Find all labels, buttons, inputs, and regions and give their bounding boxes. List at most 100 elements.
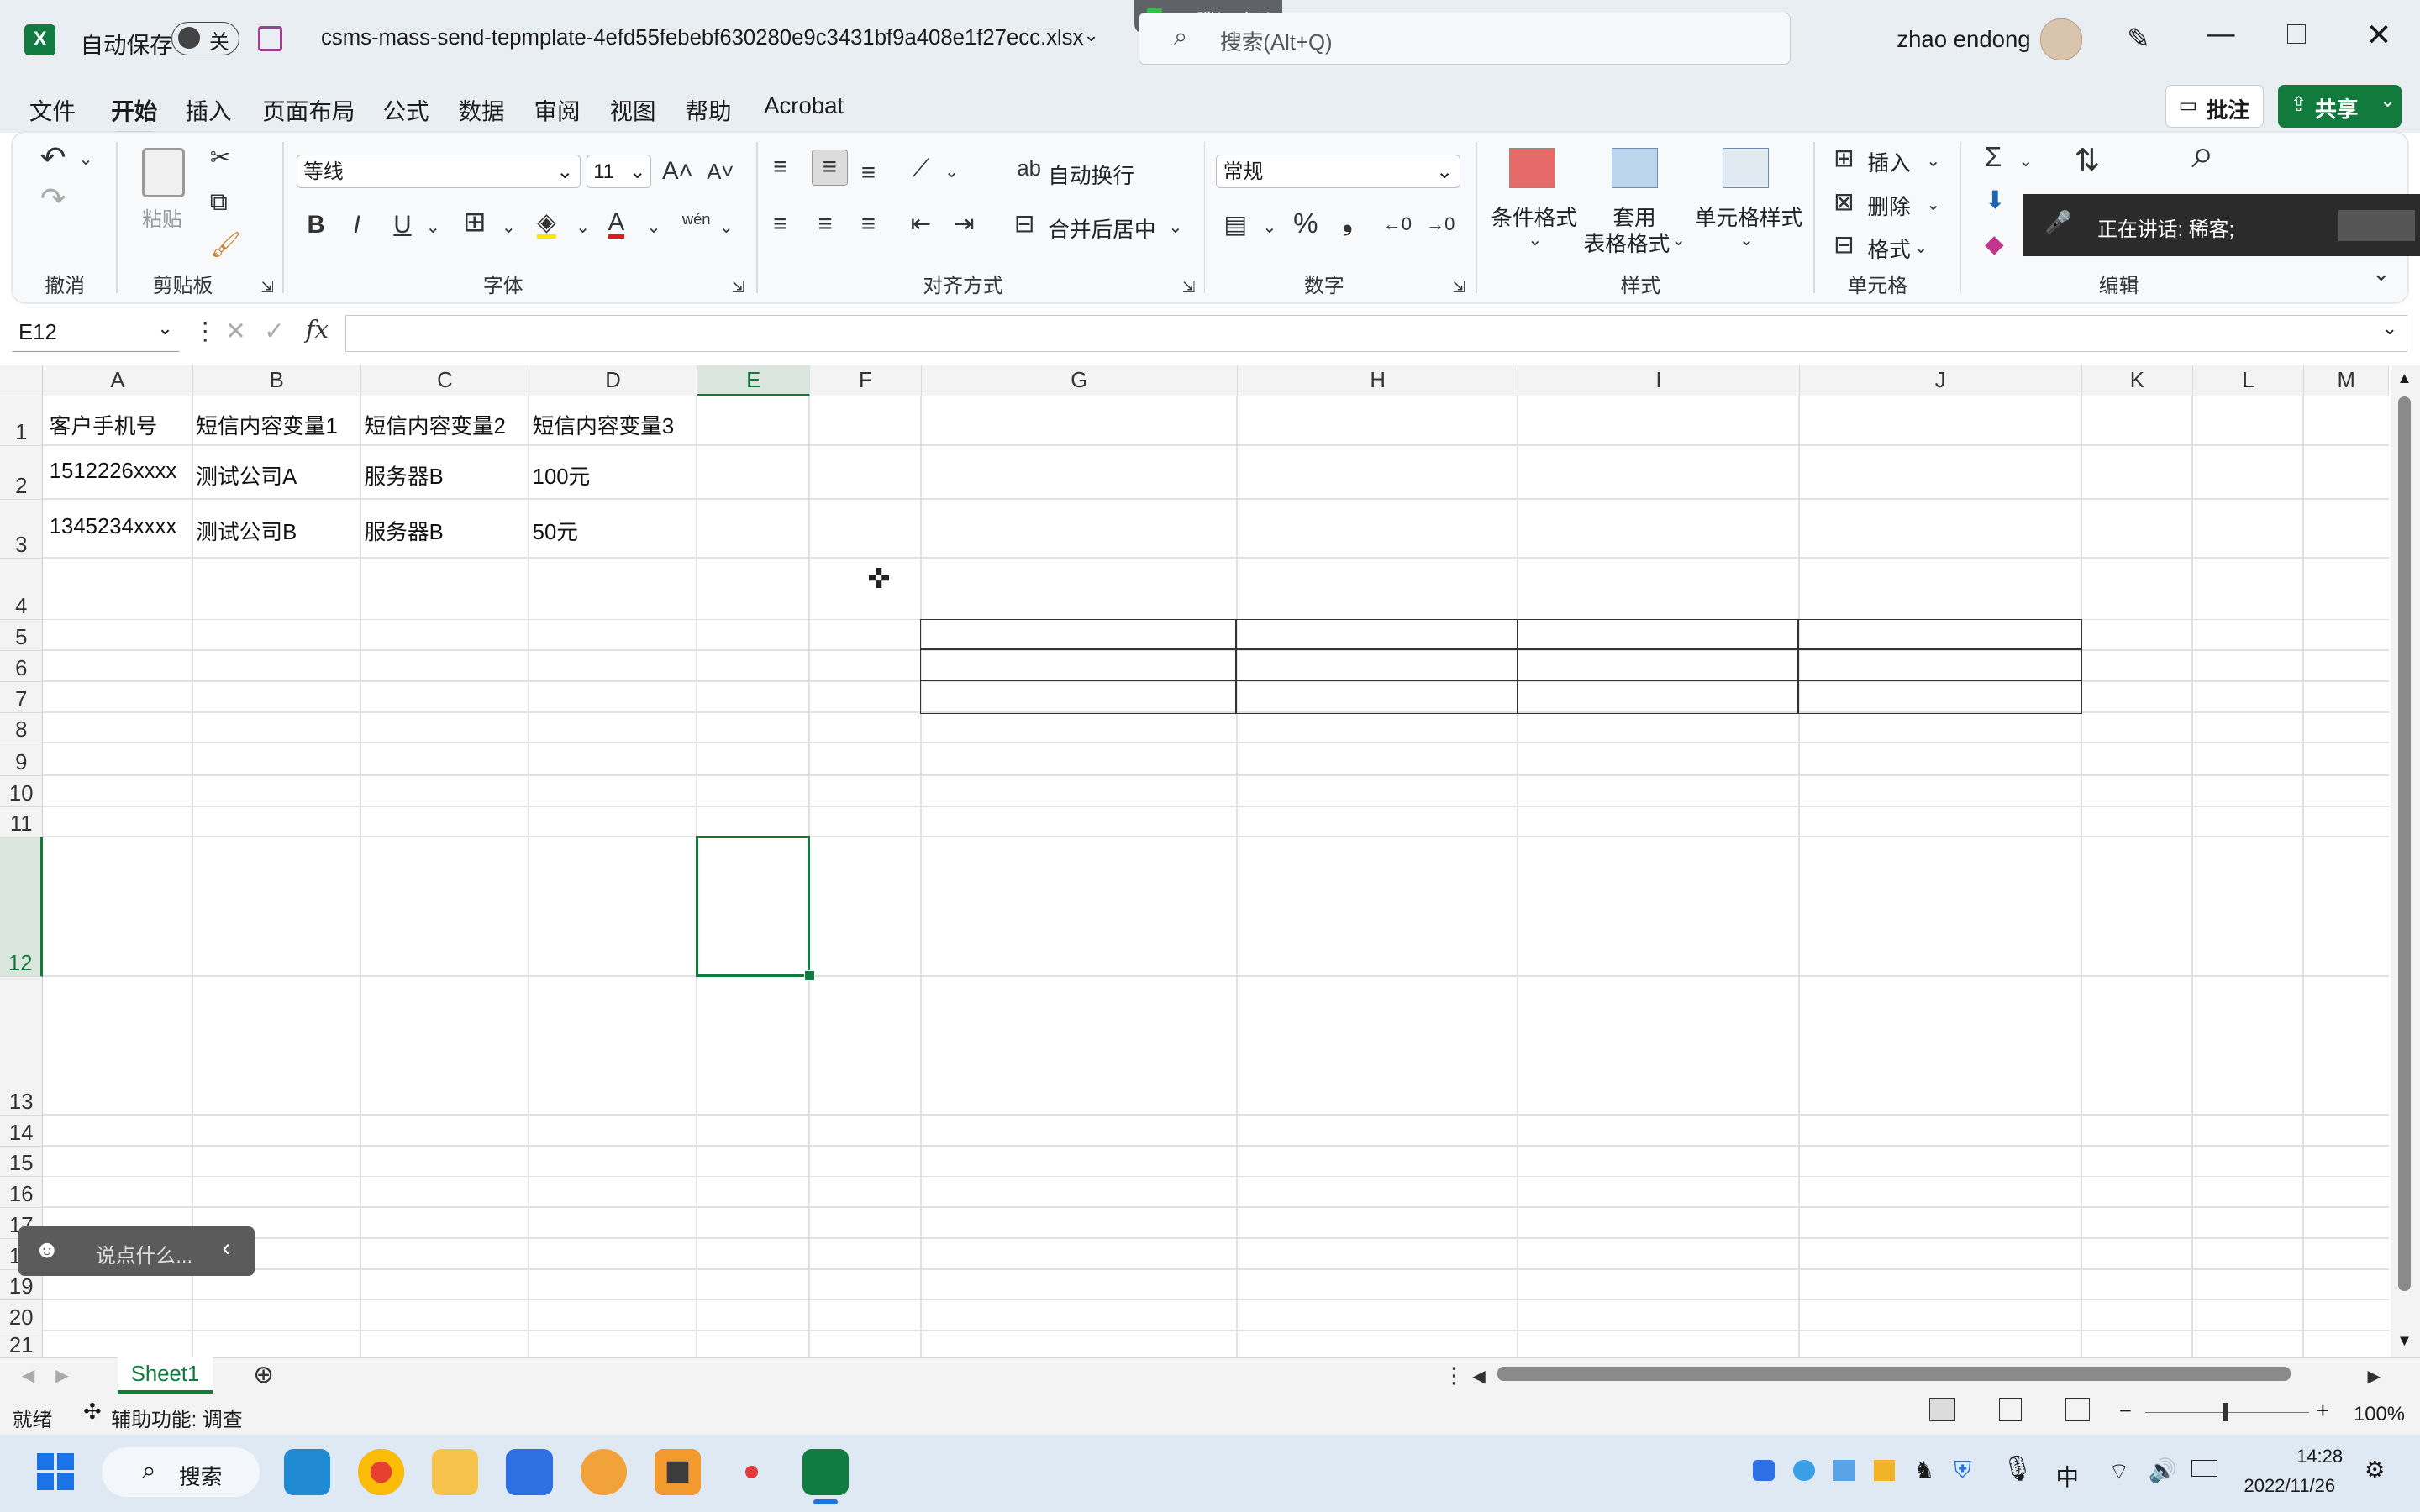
add-sheet-icon[interactable]: ⊕ [253, 1362, 274, 1387]
comma-style-icon[interactable]: ❟ [1343, 210, 1353, 234]
format-cells-icon[interactable]: ⊟ [1833, 233, 1854, 257]
more-options-icon[interactable]: ⋮ [1443, 1364, 1465, 1389]
row-header-13[interactable]: 13 [0, 976, 44, 1116]
zoom-level[interactable]: 100% [2354, 1403, 2405, 1426]
cell-b2[interactable]: 测试公司A [196, 459, 297, 491]
align-center-icon[interactable]: ≡ [818, 211, 832, 236]
volume-icon[interactable]: 🔊 [2149, 1457, 2177, 1484]
chevron-down-icon[interactable]: ⌄ [1926, 193, 1940, 218]
cell-styles-button[interactable]: 单元格样式 [1695, 201, 1803, 232]
accessibility-status[interactable]: 辅助功能: 调查 [111, 1403, 242, 1432]
horizontal-scrollbar-thumb[interactable] [1497, 1367, 2291, 1381]
row-header-20[interactable]: 20 [0, 1300, 44, 1332]
underline-button[interactable]: U [393, 213, 411, 237]
chevron-down-icon[interactable]: ⌄ [1168, 216, 1182, 240]
insert-function-button[interactable]: fx [306, 318, 329, 342]
cell-d2[interactable]: 100元 [533, 459, 591, 491]
paste-icon[interactable] [141, 148, 186, 198]
row-header-10[interactable]: 10 [0, 775, 44, 807]
autosum-icon[interactable]: Σ [1985, 144, 2002, 171]
format-painter-icon[interactable]: 🖌 [210, 233, 241, 257]
format-button[interactable]: 格式 [1867, 233, 1910, 264]
column-header-g[interactable]: G [921, 365, 1239, 397]
chevron-down-icon[interactable]: ⌄ [426, 216, 440, 240]
decrease-decimal-icon[interactable]: →0 [1426, 212, 1455, 236]
row-header-8[interactable]: 8 [0, 712, 44, 744]
scroll-down-icon[interactable]: ▼ [2396, 1331, 2412, 1350]
row-header-14[interactable]: 14 [0, 1115, 44, 1147]
chevron-down-icon[interactable]: ⌄ [1262, 216, 1276, 240]
font-size-select[interactable]: 11 ⌄ [586, 154, 652, 189]
clock-date[interactable]: 2022/11/26 [2244, 1475, 2336, 1497]
tray-icon[interactable] [1753, 1459, 1776, 1482]
column-header-m[interactable]: M [2304, 365, 2390, 397]
row-header-11[interactable]: 11 [0, 806, 44, 838]
chevron-down-icon[interactable]: ⌄ [1083, 24, 1098, 46]
merge-center-button[interactable]: 合并后居中 [1048, 213, 1156, 244]
row-header-7[interactable]: 7 [0, 681, 44, 713]
column-header-d[interactable]: D [529, 365, 698, 397]
name-box[interactable]: E12 ⌄ [12, 315, 180, 352]
copy-icon[interactable]: ⧉ [210, 190, 228, 214]
wrap-text-button[interactable]: 自动换行 [1048, 159, 1134, 190]
row-header-9[interactable]: 9 [0, 743, 44, 776]
microphone-icon[interactable]: 🎙 [2002, 1455, 2033, 1483]
tab-home[interactable]: 开始 [111, 92, 157, 135]
recorder-icon[interactable] [729, 1449, 775, 1495]
excel-taskbar-icon[interactable] [802, 1448, 850, 1495]
tab-help[interactable]: 帮助 [685, 92, 731, 126]
minimize-icon[interactable]: — [2207, 18, 2234, 50]
tab-insert[interactable]: 插入 [185, 92, 231, 126]
redo-icon[interactable]: ↷ [40, 183, 66, 214]
page-break-view-icon[interactable] [2065, 1398, 2091, 1421]
cell-d3[interactable]: 50元 [533, 515, 578, 546]
dialog-launcher-icon[interactable]: ⇲ [260, 275, 273, 299]
chevron-down-icon[interactable]: ⌄ [1528, 228, 1542, 253]
file-name[interactable]: csms-mass-send-tepmplate-4efd55febebf630… [321, 26, 1083, 50]
qq-icon[interactable]: ♞ [1914, 1457, 1935, 1483]
increase-indent-icon[interactable]: ⇥ [954, 211, 975, 236]
row-header-16[interactable]: 16 [0, 1177, 44, 1209]
column-header-i[interactable]: I [1518, 365, 1800, 397]
dialog-launcher-icon[interactable]: ⇲ [1452, 275, 1465, 299]
tab-page-layout[interactable]: 页面布局 [262, 92, 355, 126]
security-shield-icon[interactable]: ⛨ [1954, 1457, 1971, 1484]
column-header-k[interactable]: K [2081, 365, 2193, 397]
zoom-slider-knob[interactable] [2222, 1402, 2229, 1421]
meeting-app-icon[interactable] [506, 1448, 553, 1495]
cell-b1[interactable]: 短信内容变量1 [196, 409, 338, 440]
percent-button[interactable]: % [1293, 210, 1318, 238]
chevron-down-icon[interactable]: ⌄ [647, 216, 661, 240]
chevron-down-icon[interactable]: ⌄ [2018, 150, 2033, 174]
column-header-b[interactable]: B [192, 365, 361, 397]
insert-button[interactable]: 插入 [1867, 146, 1910, 177]
align-top-icon[interactable]: ≡ [773, 154, 787, 179]
increase-font-icon[interactable]: A˄ [662, 159, 693, 183]
cell-c2[interactable]: 服务器B [364, 459, 443, 491]
formula-input[interactable]: ⌄ [345, 314, 2408, 352]
restore-icon[interactable] [2286, 24, 2307, 44]
decrease-font-icon[interactable]: A˅ [707, 160, 734, 185]
align-bottom-icon[interactable]: ≡ [861, 160, 876, 185]
scroll-right-icon[interactable]: ▶ [2367, 1365, 2381, 1389]
wrap-text-icon[interactable]: ab [1017, 157, 1041, 181]
column-header-f[interactable]: F [810, 365, 922, 397]
chevron-down-icon[interactable]: ⌄ [1914, 236, 1928, 260]
clock-time[interactable]: 14:28 [2296, 1446, 2343, 1467]
chrome-icon[interactable] [358, 1448, 405, 1495]
taskbar-search[interactable]: ⌕ 搜索 [102, 1446, 260, 1497]
chat-placeholder[interactable]: 说点什么... [96, 1239, 192, 1268]
italic-button[interactable]: I [354, 213, 360, 237]
number-format-select[interactable]: 常规 ⌄ [1216, 154, 1460, 189]
cell-b3[interactable]: 测试公司B [196, 515, 297, 546]
sheet-tab-sheet1[interactable]: Sheet1 [117, 1357, 213, 1395]
pen-icon[interactable]: ✎ [2127, 22, 2150, 55]
row-header-2[interactable]: 2 [0, 445, 44, 501]
row-header-21[interactable]: 21 [0, 1331, 44, 1360]
align-middle-icon[interactable]: ≡ [812, 150, 848, 186]
cell-a3[interactable]: 1345234xxxx [50, 515, 176, 539]
zoom-out-icon[interactable]: − [2119, 1399, 2132, 1424]
row-header-6[interactable]: 6 [0, 651, 44, 682]
tray-icon[interactable] [1873, 1459, 1896, 1482]
tab-acrobat[interactable]: Acrobat [764, 92, 844, 119]
